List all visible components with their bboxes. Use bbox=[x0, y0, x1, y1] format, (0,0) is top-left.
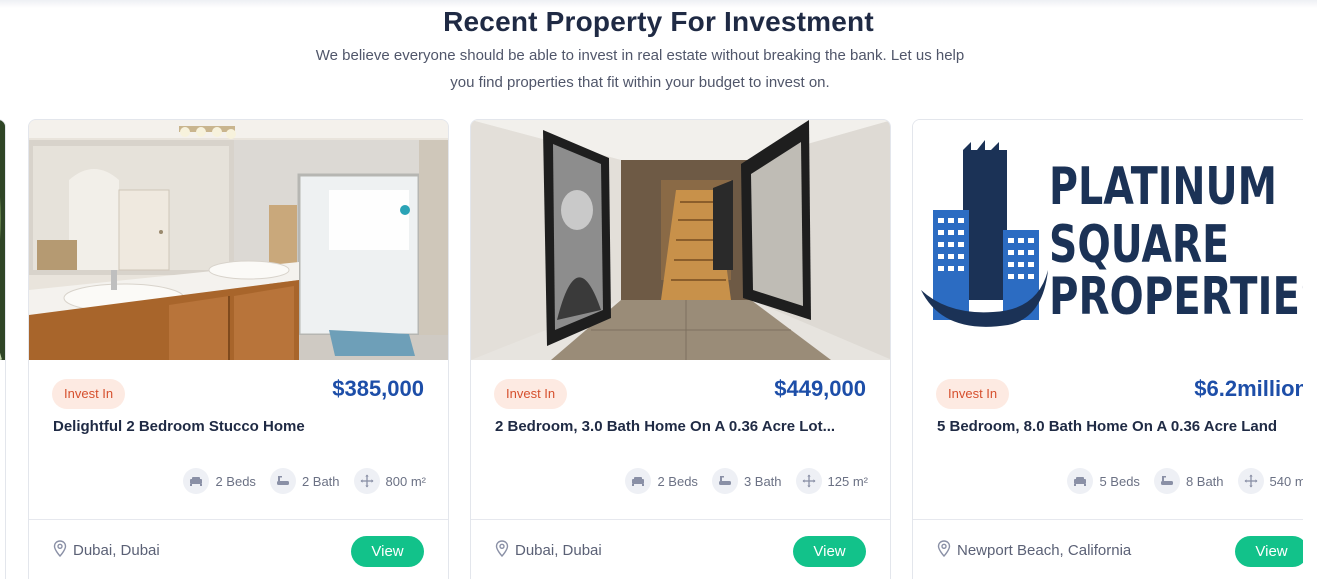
logo-text-line-3: PROPERTIES bbox=[1049, 267, 1303, 327]
area-size: 800 m² bbox=[385, 473, 426, 489]
beds-count: 2 Beds bbox=[215, 473, 256, 489]
baths-feature: 8 Bath bbox=[1153, 468, 1224, 494]
property-price: $6.2million bbox=[1194, 376, 1303, 401]
property-price: $449,000 bbox=[774, 376, 866, 401]
card-divider bbox=[29, 519, 448, 520]
bathtub-icon bbox=[1153, 468, 1180, 494]
beds-count: 5 Beds bbox=[1099, 473, 1140, 489]
area-feature: 540 m² bbox=[1237, 468, 1303, 494]
baths-feature: 2 Bath bbox=[269, 468, 340, 494]
view-button[interactable]: View bbox=[1235, 536, 1303, 567]
property-photo-hallway[interactable] bbox=[471, 120, 890, 360]
baths-count: 8 Bath bbox=[1185, 473, 1224, 489]
property-card[interactable]: Invest In $449,000 2 Bedroom, 3.0 Bath H… bbox=[470, 119, 891, 579]
section-title: Recent Property For Investment bbox=[443, 6, 874, 37]
invest-badge: Invest In bbox=[936, 379, 1010, 409]
property-features: 2 Beds 3 Bath 125 m² bbox=[625, 468, 868, 494]
card-divider bbox=[471, 519, 890, 520]
baths-count: 3 Bath bbox=[743, 473, 782, 489]
bathtub-icon bbox=[711, 468, 738, 494]
property-photo-logo[interactable]: PLATINUM SQUARE PROPERTIES bbox=[913, 120, 1303, 360]
property-photo-plant bbox=[0, 120, 5, 360]
area-move-icon bbox=[795, 468, 822, 494]
subtitle-line-2: you find properties that fit within your… bbox=[450, 74, 830, 91]
beds-count: 2 Beds bbox=[657, 473, 698, 489]
area-move-icon bbox=[1237, 468, 1264, 494]
location-text: Dubai, Dubai bbox=[73, 542, 160, 559]
property-features: 2 Beds 2 Bath 800 m² bbox=[183, 468, 426, 494]
bed-icon bbox=[183, 468, 210, 494]
property-price: $385,000 bbox=[332, 376, 424, 401]
property-location: Newport Beach, California bbox=[937, 540, 1131, 561]
area-move-icon bbox=[353, 468, 380, 494]
property-location: Dubai, Dubai bbox=[53, 540, 160, 561]
bathtub-icon bbox=[269, 468, 296, 494]
map-pin-icon bbox=[495, 540, 509, 561]
beds-feature: 2 Beds bbox=[625, 468, 698, 494]
beds-feature: 5 Beds bbox=[1067, 468, 1140, 494]
property-title[interactable]: Delightful 2 Bedroom Stucco Home bbox=[53, 418, 433, 435]
view-button[interactable]: View bbox=[351, 536, 424, 567]
property-title[interactable]: 2 Bedroom, 3.0 Bath Home On A 0.36 Acre … bbox=[495, 418, 875, 435]
location-text: Dubai, Dubai bbox=[515, 542, 602, 559]
invest-badge: Invest In bbox=[52, 379, 126, 409]
invest-badge: Invest In bbox=[494, 379, 568, 409]
map-pin-icon bbox=[53, 540, 67, 561]
area-size: 125 m² bbox=[827, 473, 868, 489]
area-feature: 125 m² bbox=[795, 468, 868, 494]
bed-icon bbox=[625, 468, 652, 494]
area-feature: 800 m² bbox=[353, 468, 426, 494]
baths-count: 2 Bath bbox=[301, 473, 340, 489]
logo-text-line-1: PLATINUM bbox=[1049, 157, 1277, 217]
property-card[interactable]: Invest In $385,000 Delightful 2 Bedroom … bbox=[28, 119, 449, 579]
location-text: Newport Beach, California bbox=[957, 542, 1132, 559]
section-subtitle: We believe everyone should be able to in… bbox=[270, 42, 1010, 96]
baths-feature: 3 Bath bbox=[711, 468, 782, 494]
bed-icon bbox=[1067, 468, 1094, 494]
view-button[interactable]: View bbox=[793, 536, 866, 567]
beds-feature: 2 Beds bbox=[183, 468, 256, 494]
property-photo-bathroom[interactable] bbox=[29, 120, 448, 360]
property-card[interactable]: PLATINUM SQUARE PROPERTIES Invest In $6.… bbox=[912, 119, 1303, 579]
map-pin-icon bbox=[937, 540, 951, 561]
card-divider bbox=[913, 519, 1303, 520]
property-location: Dubai, Dubai bbox=[495, 540, 602, 561]
property-title[interactable]: 5 Bedroom, 8.0 Bath Home On A 0.36 Acre … bbox=[937, 418, 1303, 435]
subtitle-line-1: We believe everyone should be able to in… bbox=[315, 47, 965, 64]
area-size: 540 m² bbox=[1269, 473, 1303, 489]
property-carousel[interactable]: Invest In $385,000 Delightful 2 Bedroom … bbox=[0, 119, 1303, 579]
property-features: 5 Beds 8 Bath 540 m² bbox=[1067, 468, 1303, 494]
logo-text-line-2: SQUARE bbox=[1049, 215, 1229, 275]
property-card-previous[interactable] bbox=[0, 119, 6, 579]
